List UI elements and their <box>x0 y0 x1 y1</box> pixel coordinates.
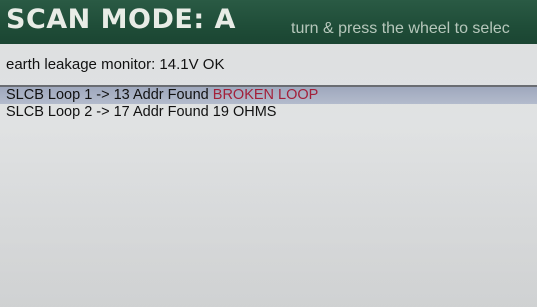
empty-list-area <box>0 123 537 307</box>
wheel-hint: turn & press the wheel to selec <box>291 20 510 37</box>
loop-label: SLCB Loop 1 -> 13 Addr Found <box>6 87 209 103</box>
loop-list: SLCB Loop 1 -> 13 Addr Found BROKEN LOOP… <box>0 87 537 121</box>
header-bar: SCAN MODE: A turn & press the wheel to s… <box>0 0 537 44</box>
mode-title: SCAN MODE: A <box>6 4 236 35</box>
loop-fault-status: BROKEN LOOP <box>212 87 319 103</box>
scan-mode-screen: SCAN MODE: A turn & press the wheel to s… <box>0 0 537 307</box>
earth-leakage-status: earth leakage monitor: 14.1V OK <box>6 56 225 73</box>
loop-label: SLCB Loop 2 -> 17 Addr Found <box>6 104 209 120</box>
loop-row-1[interactable]: SLCB Loop 1 -> 13 Addr Found BROKEN LOOP <box>0 87 537 104</box>
loop-row-2[interactable]: SLCB Loop 2 -> 17 Addr Found 19 OHMS <box>0 104 537 121</box>
loop-resistance: 19 OHMS <box>212 104 277 120</box>
